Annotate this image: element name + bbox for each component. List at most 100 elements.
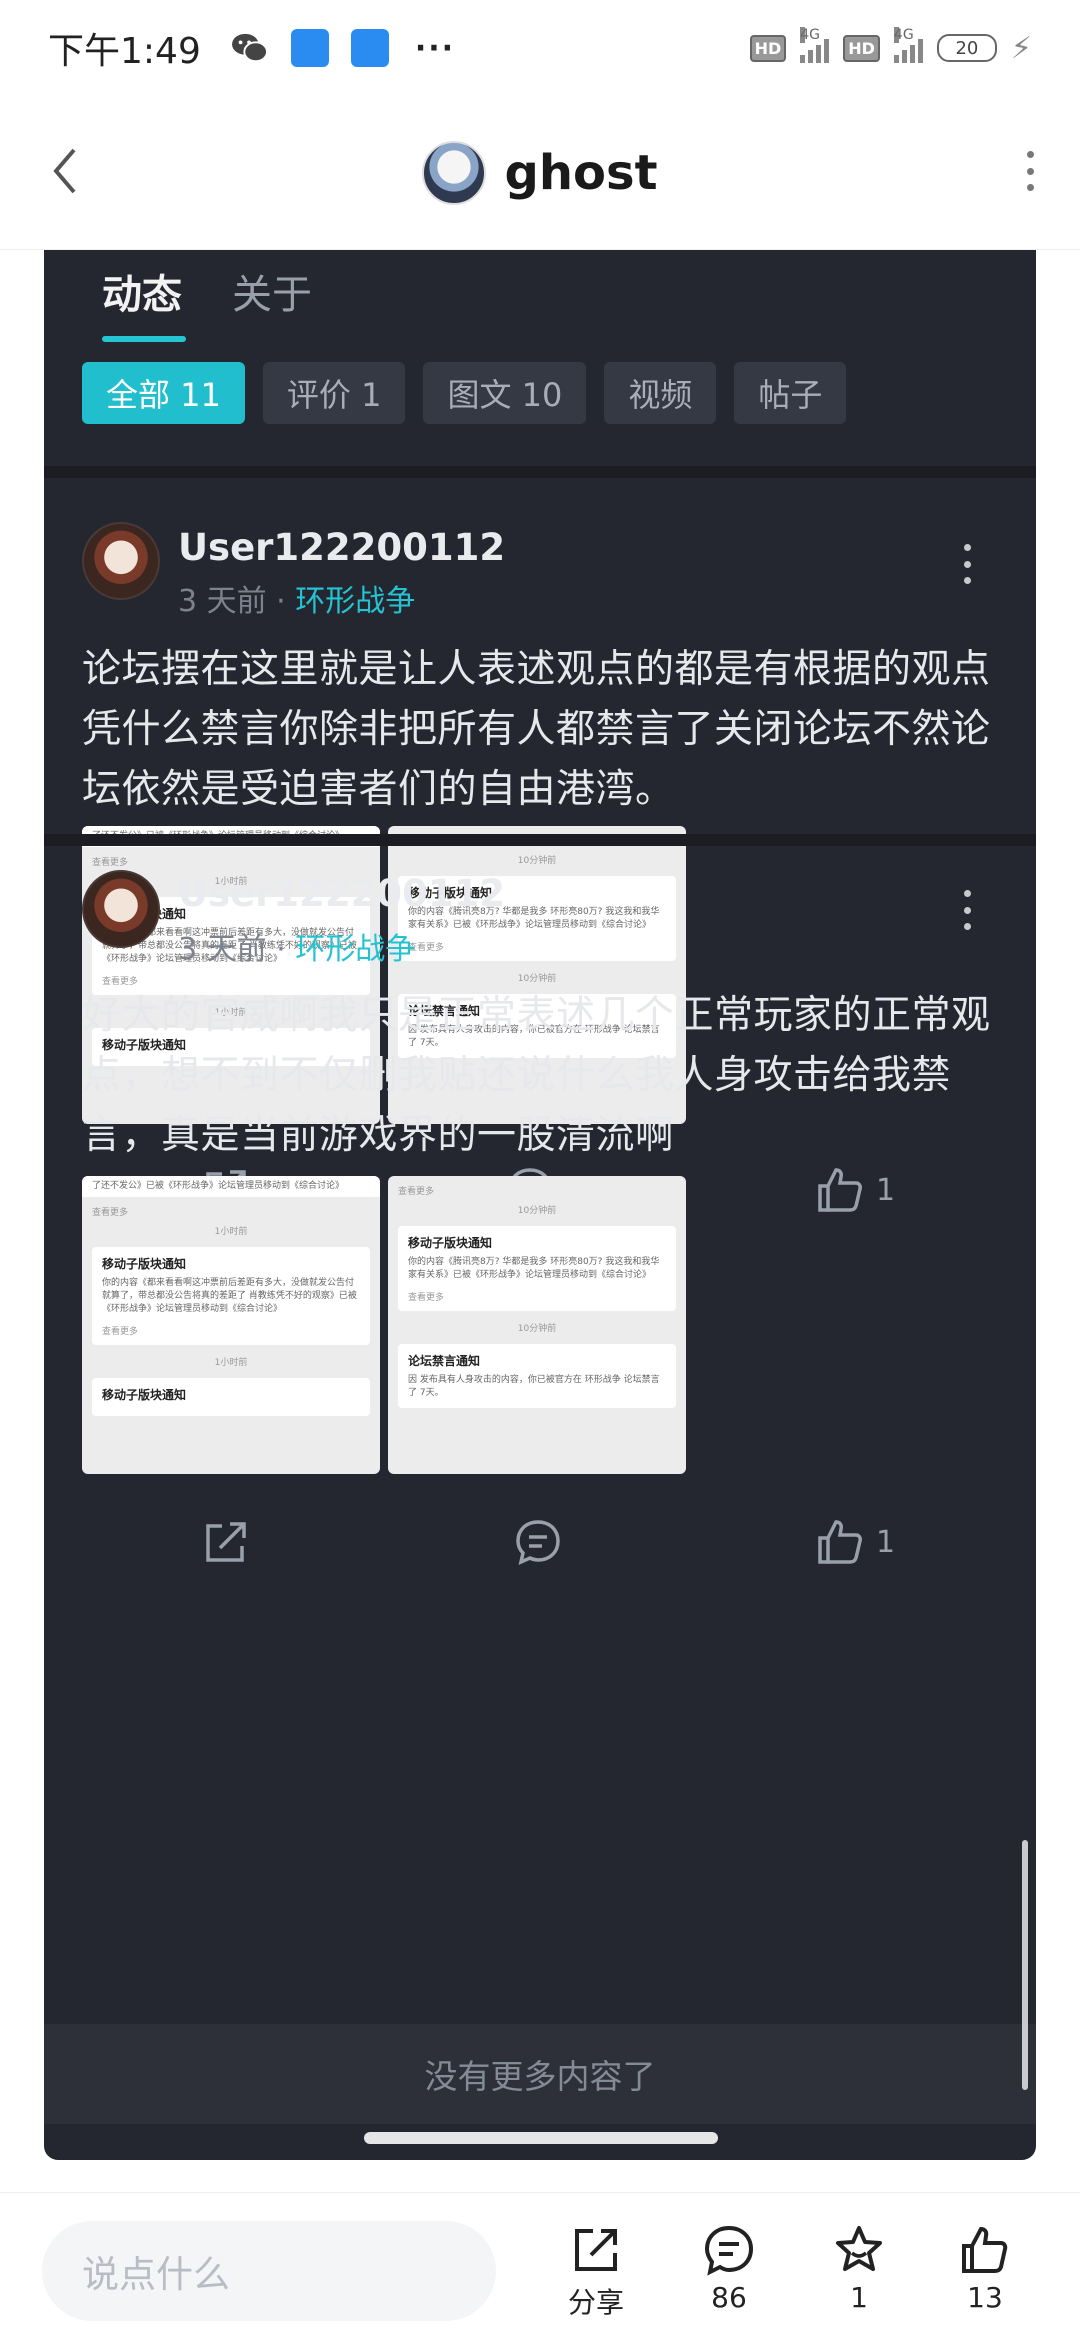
network-type: 4G	[800, 27, 821, 43]
comment-icon	[516, 1520, 560, 1566]
bottom-action-bar: 说点什么 分享 86 1 13	[0, 2192, 1080, 2340]
share-button[interactable]	[200, 1516, 252, 1568]
wechat-icon	[231, 29, 269, 67]
filter-posts[interactable]: 帖子	[734, 362, 847, 424]
user-avatar[interactable]	[82, 522, 160, 600]
page-title: ghost	[504, 144, 658, 201]
thumb-card-body: 你的内容《腾讯亮8万? 华都是我多 环形亮80万? 我这我和我华家有关系》已被《…	[408, 1257, 660, 1280]
share-icon	[206, 1522, 246, 1562]
divider	[44, 834, 1036, 846]
like-button[interactable]: 1	[814, 1516, 895, 1568]
post-username[interactable]: User122200112	[178, 872, 505, 915]
thumb-card: 移动子版块通知	[92, 1378, 370, 1416]
dot	[963, 906, 971, 914]
thumb-card-title: 论坛禁言通知	[408, 1354, 481, 1368]
thumb-card-body: 因 发布具有人身攻击的内容，你已被官方在 环形战争 论坛禁言了 7天。	[408, 1375, 660, 1398]
content-panel: 动态 关于 全部 11 评价 1 图文 10 视频 帖子 User1222001…	[44, 250, 1036, 2160]
post-username[interactable]: User122200112	[178, 526, 505, 569]
thumbs-up-icon	[962, 2226, 1008, 2273]
post-image-2[interactable]: 查看更多 10分钟前 移动子版块通知 你的内容《腾讯亮8万? 华都是我多 环形亮…	[388, 1176, 686, 1474]
post-text[interactable]: 好大的官威啊我只是正常表述几个正常玩家的正常观点，想不到不仅删我贴还说什么我人身…	[82, 986, 1012, 1166]
thumb-card-title: 移动子版块通知	[102, 1388, 187, 1402]
more-notifications-icon: ···	[414, 30, 456, 66]
star-icon	[836, 2226, 882, 2271]
like-total: 13	[967, 2281, 1003, 2314]
filter-reviews[interactable]: 评价 1	[262, 362, 406, 424]
post-image-1[interactable]: 了还不发公》已被《环形战争》论坛管理员移动到《综合讨论》 查看更多 1小时前 移…	[82, 1176, 380, 1474]
tab-about[interactable]: 关于	[232, 262, 312, 342]
thumb-time: 10分钟前	[517, 1206, 557, 1216]
comments-button[interactable]: 86	[702, 2223, 756, 2314]
dot	[963, 890, 971, 897]
thumbs-up-icon	[818, 1520, 862, 1564]
post-meta: 3 天前 · 环形战争	[178, 576, 415, 620]
post-topic[interactable]: 环形战争	[295, 932, 415, 967]
thumb-card: 论坛禁言通知 因 发布具有人身攻击的内容，你已被官方在 环形战争 论坛禁言了 7…	[398, 1344, 676, 1408]
filter-videos[interactable]: 视频	[604, 362, 717, 424]
meta-dot: ·	[276, 932, 286, 967]
battery-icon: 20	[936, 34, 997, 62]
like-count: 1	[876, 1524, 896, 1560]
thumb-time: 1小时前	[214, 1227, 248, 1237]
post-text[interactable]: 论坛摆在这里就是让人表述观点的都是有根据的观点凭什么禁言你除非把所有人都禁言了关…	[82, 640, 1012, 820]
status-bar: 下午1:49 ··· HD 4G HD 4G 20 ⚡	[0, 0, 1080, 96]
hd-icon: HD	[749, 34, 787, 62]
scrollbar[interactable]	[1022, 1840, 1028, 2090]
share-icon	[575, 2229, 617, 2271]
comment-button[interactable]	[512, 1516, 574, 1568]
share-label: 分享	[568, 2286, 625, 2319]
app-notification-icon-2	[350, 29, 389, 67]
thumb-time: 10分钟前	[517, 974, 557, 984]
header-avatar[interactable]	[422, 140, 487, 205]
thumb-text: 了还不发公》已被《环形战争》论坛管理员移动到《综合讨论》	[82, 1176, 380, 1197]
status-indicators: HD 4G HD 4G 20 ⚡	[749, 27, 1032, 66]
filter-chips: 全部 11 评价 1 图文 10 视频 帖子	[82, 362, 847, 424]
user-avatar[interactable]	[82, 870, 160, 948]
thumb-time: 10分钟前	[517, 1324, 557, 1334]
tab-dynamics[interactable]: 动态	[102, 262, 186, 342]
network-type-2: 4G	[893, 27, 914, 43]
comment-input[interactable]: 说点什么	[42, 2221, 496, 2321]
thumb-card-more: 查看更多	[102, 1327, 139, 1337]
thumb-time: 10分钟前	[517, 856, 557, 866]
thumb-more: 查看更多	[92, 1208, 129, 1218]
dot	[963, 577, 971, 584]
post-topic[interactable]: 环形战争	[295, 584, 415, 619]
dot	[1026, 184, 1034, 191]
dot	[963, 923, 971, 930]
like-count: 1	[876, 1172, 896, 1208]
post-time: 3 天前	[178, 584, 267, 619]
thumb-card-title: 移动子版块通知	[408, 1236, 493, 1250]
like-page-button[interactable]: 13	[958, 2223, 1012, 2314]
thumb-card: 移动子版块通知 你的内容《腾讯亮8万? 华都是我多 环形亮80万? 我这我和我华…	[398, 1226, 676, 1311]
thumb-card-body: 你的内容《都来看看啊这冲票前后差距有多大，没做就发公告付就算了，带总都没公告将真…	[102, 1278, 357, 1314]
signal-icon: 4G	[800, 27, 830, 63]
favorite-button[interactable]: 1	[832, 2223, 886, 2314]
post-more-button[interactable]	[962, 544, 972, 584]
hd-icon-2: HD	[843, 34, 880, 62]
like-button[interactable]: 1	[814, 1164, 895, 1216]
divider	[44, 466, 1036, 478]
thumbs-up-icon	[818, 1168, 862, 1212]
thumb-card: 移动子版块通知 你的内容《都来看看啊这冲票前后差距有多大，没做就发公告付就算了，…	[92, 1247, 370, 1345]
post-more-button[interactable]	[962, 890, 972, 930]
dot	[963, 560, 971, 568]
filter-image-text[interactable]: 图文 10	[423, 362, 587, 424]
thumb-card-more: 查看更多	[408, 943, 445, 953]
share-page-button[interactable]: 分享	[568, 2223, 624, 2321]
app-notification-icon	[290, 29, 329, 67]
chevron-left-icon	[53, 148, 76, 194]
post-meta: 3 天前 · 环形战争	[178, 924, 415, 968]
back-button[interactable]	[40, 141, 90, 201]
end-of-list-text: 没有更多内容了	[44, 2024, 1036, 2124]
filter-all[interactable]: 全部 11	[82, 362, 245, 424]
dot	[1026, 151, 1034, 158]
gesture-bar	[364, 2132, 718, 2144]
tab-bar: 动态 关于	[102, 262, 312, 342]
charging-icon: ⚡	[1010, 30, 1032, 66]
dot	[1026, 167, 1034, 175]
status-time: 下午1:49	[48, 31, 201, 72]
thumb-card-title: 移动子版块通知	[102, 1257, 187, 1271]
thumb-time: 1小时前	[214, 1358, 248, 1368]
more-options-button[interactable]	[1018, 151, 1042, 191]
